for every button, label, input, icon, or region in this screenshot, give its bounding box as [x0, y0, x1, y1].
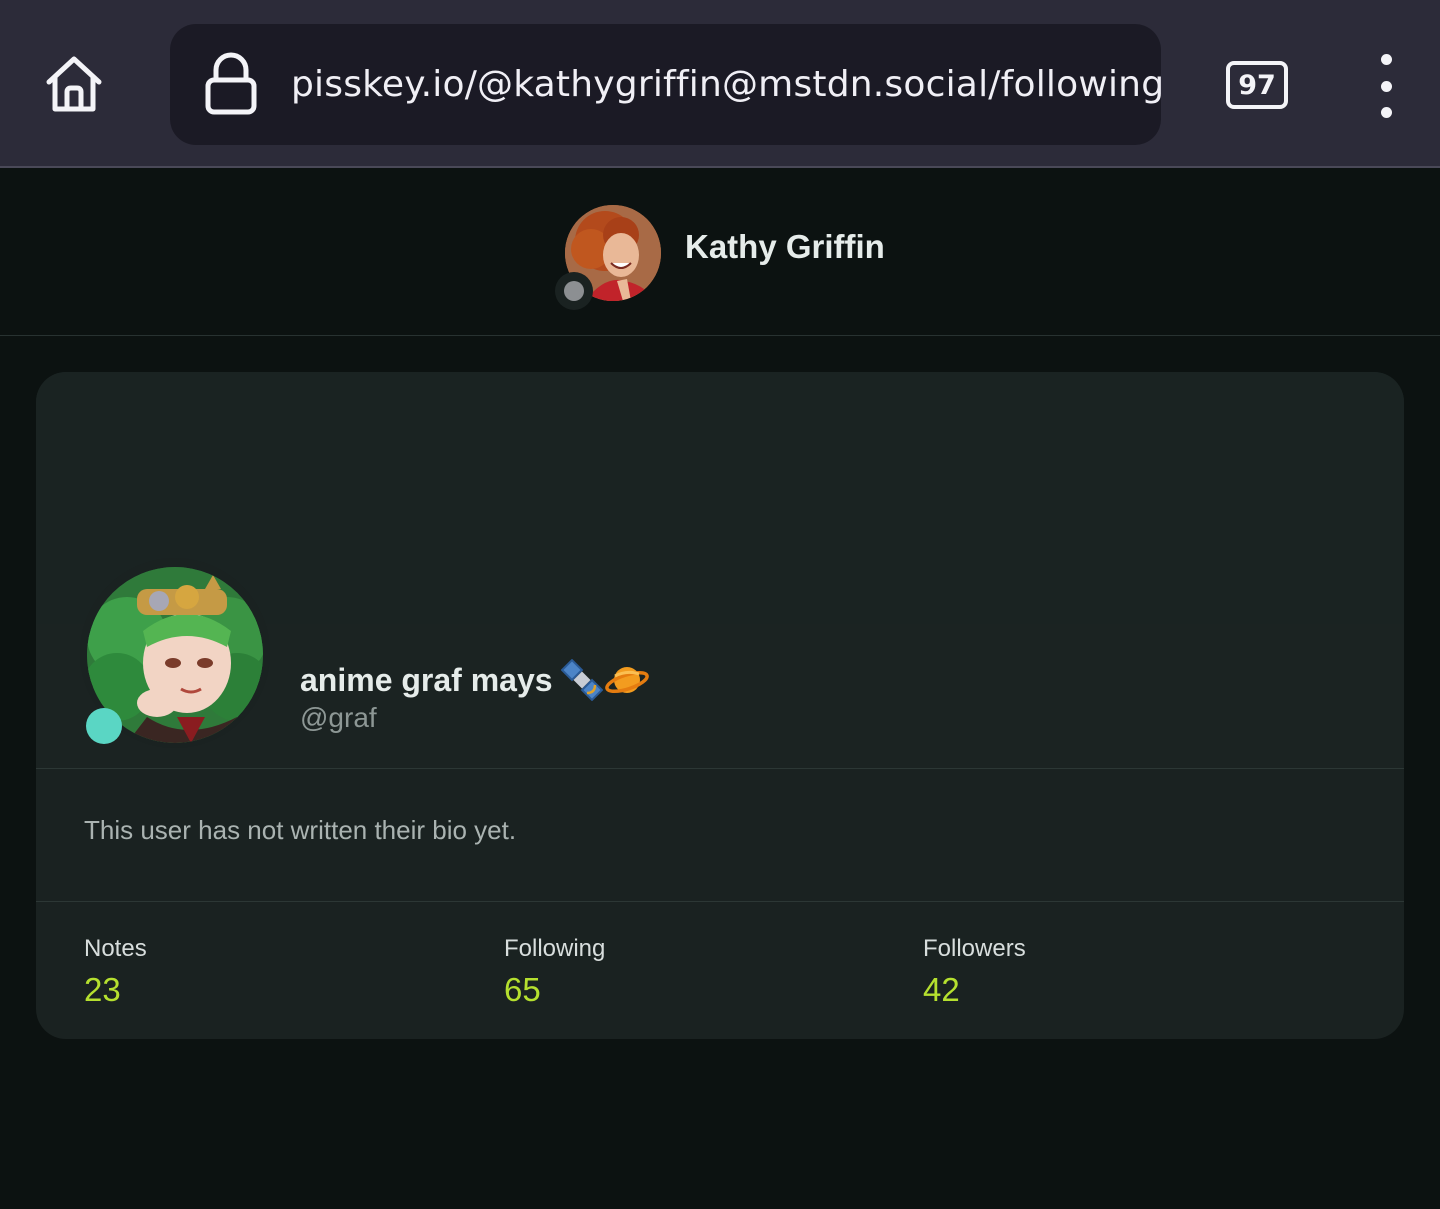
menu-dot — [1380, 54, 1392, 65]
page-header: Kathy Griffin — [0, 170, 1440, 336]
display-name-text: anime graf mays — [300, 661, 553, 698]
address-bar[interactable]: pisskey.io/@kathygriffin@mstdn.social/fo… — [170, 24, 1165, 145]
home-button[interactable] — [38, 48, 110, 120]
stat-value: 65 — [504, 971, 541, 1008]
lock-icon — [205, 52, 257, 115]
stat-followers[interactable]: Followers 42 — [923, 934, 1026, 1012]
stats-row: Notes 23 Following 65 Followers 42 — [36, 902, 1404, 1039]
username: @graf — [300, 702, 377, 733]
online-status-indicator — [86, 708, 122, 744]
profile-name: Kathy Griffin — [685, 228, 885, 265]
kebab-menu-button[interactable] — [1364, 54, 1408, 118]
home-icon — [46, 56, 102, 112]
menu-dot — [1380, 107, 1392, 118]
menu-dot — [1380, 80, 1392, 92]
tab-switcher-button[interactable]: 97 — [1226, 61, 1288, 109]
status-dot — [564, 281, 584, 301]
satellite-emoji-icon — [560, 659, 603, 701]
stat-following[interactable]: Following 65 — [504, 934, 605, 1012]
ringed-planet-emoji-icon — [604, 667, 649, 694]
url-text: pisskey.io/@kathygriffin@mstdn.social/fo… — [291, 64, 1165, 105]
stat-notes[interactable]: Notes 23 — [84, 934, 147, 1012]
bio-text: This user has not written their bio yet. — [84, 815, 517, 845]
bio-section: This user has not written their bio yet. — [36, 769, 1404, 902]
browser-toolbar: pisskey.io/@kathygriffin@mstdn.social/fo… — [0, 0, 1440, 168]
stat-value: 42 — [923, 971, 960, 1008]
status-indicator — [555, 272, 593, 310]
stat-value: 23 — [84, 971, 121, 1008]
stat-label: Following — [504, 935, 606, 962]
user-card[interactable]: anime graf mays @graf This user has not … — [36, 372, 1404, 1039]
stat-label: Notes — [84, 935, 147, 962]
stat-label: Followers — [923, 935, 1026, 962]
user-display-name[interactable]: anime graf mays — [300, 658, 649, 702]
